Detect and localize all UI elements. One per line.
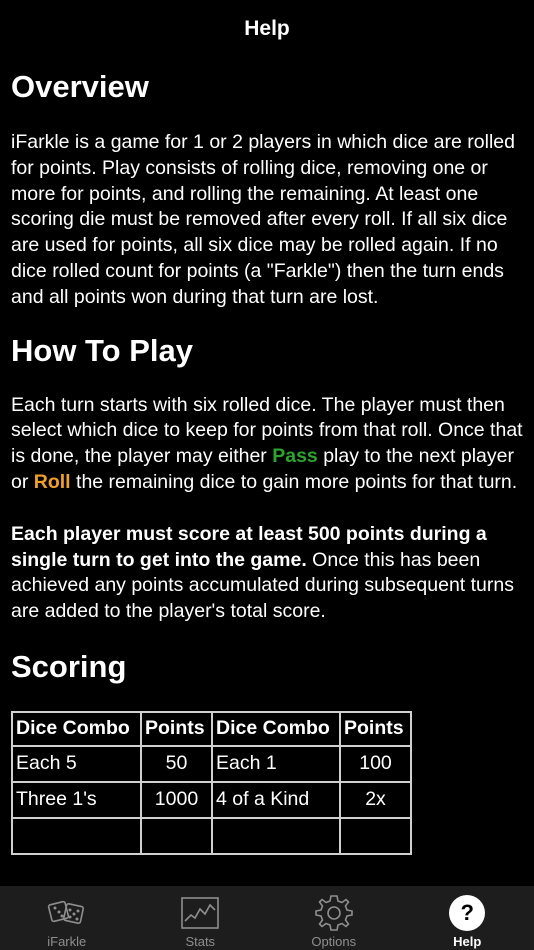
overview-heading: Overview	[11, 69, 149, 104]
how-to-play-text: Each turn starts with six rolled dice. T…	[11, 393, 523, 493]
overview-text: iFarkle is a game for 1 or 2 players in …	[11, 131, 515, 308]
page-title: Help	[244, 17, 290, 40]
table-cell: Three 1's	[11, 780, 142, 819]
table-header: Points	[140, 710, 213, 747]
table-cell: 1000	[140, 780, 213, 819]
table-cell: 4 of a Kind	[211, 780, 341, 819]
table-row: Three 1's 1000 4 of a Kind 2x	[11, 780, 412, 819]
table-row	[11, 816, 412, 855]
help-icon: ?	[447, 894, 487, 932]
how-to-play-heading: How To Play	[11, 332, 194, 368]
table-cell: Each 1	[211, 744, 341, 783]
roll-keyword: Roll	[33, 470, 71, 493]
table-header: Dice Combo	[211, 710, 341, 747]
tab-label: Stats	[185, 934, 216, 949]
tab-label: Help	[453, 934, 482, 949]
tab-stats[interactable]: Stats	[134, 886, 268, 950]
tab-ifarkle[interactable]: iFarkle	[0, 886, 134, 950]
tab-label: Options	[311, 934, 357, 949]
scoring-heading: Scoring	[11, 648, 127, 684]
table-header: Dice Combo	[11, 710, 142, 747]
navigation-bar: Help	[0, 0, 534, 58]
tab-options[interactable]: Options	[267, 886, 401, 950]
table-cell: Each 5	[11, 744, 142, 783]
chart-icon	[180, 894, 220, 932]
pass-keyword: Pass	[272, 445, 318, 468]
tab-help[interactable]: ? Help	[401, 886, 534, 950]
gear-icon	[314, 894, 354, 932]
tab-bar: iFarkle Stats Options ? Help	[0, 886, 534, 950]
table-row: Each 5 50 Each 1 100	[11, 744, 412, 783]
table-cell: 2x	[339, 780, 412, 819]
entry-rule-text: Each player must score at least 500 poin…	[11, 522, 514, 623]
help-content[interactable]: Overview iFarkle is a game for 1 or 2 pl…	[11, 62, 523, 886]
scoring-table: Dice Combo Points Dice Combo Points Each…	[11, 710, 412, 855]
dice-icon	[47, 894, 87, 932]
tab-label: iFarkle	[47, 934, 87, 949]
table-header: Points	[339, 710, 412, 747]
table-cell: 100	[339, 744, 412, 783]
table-cell: 50	[140, 744, 213, 783]
table-header-row: Dice Combo Points Dice Combo Points	[11, 710, 412, 747]
